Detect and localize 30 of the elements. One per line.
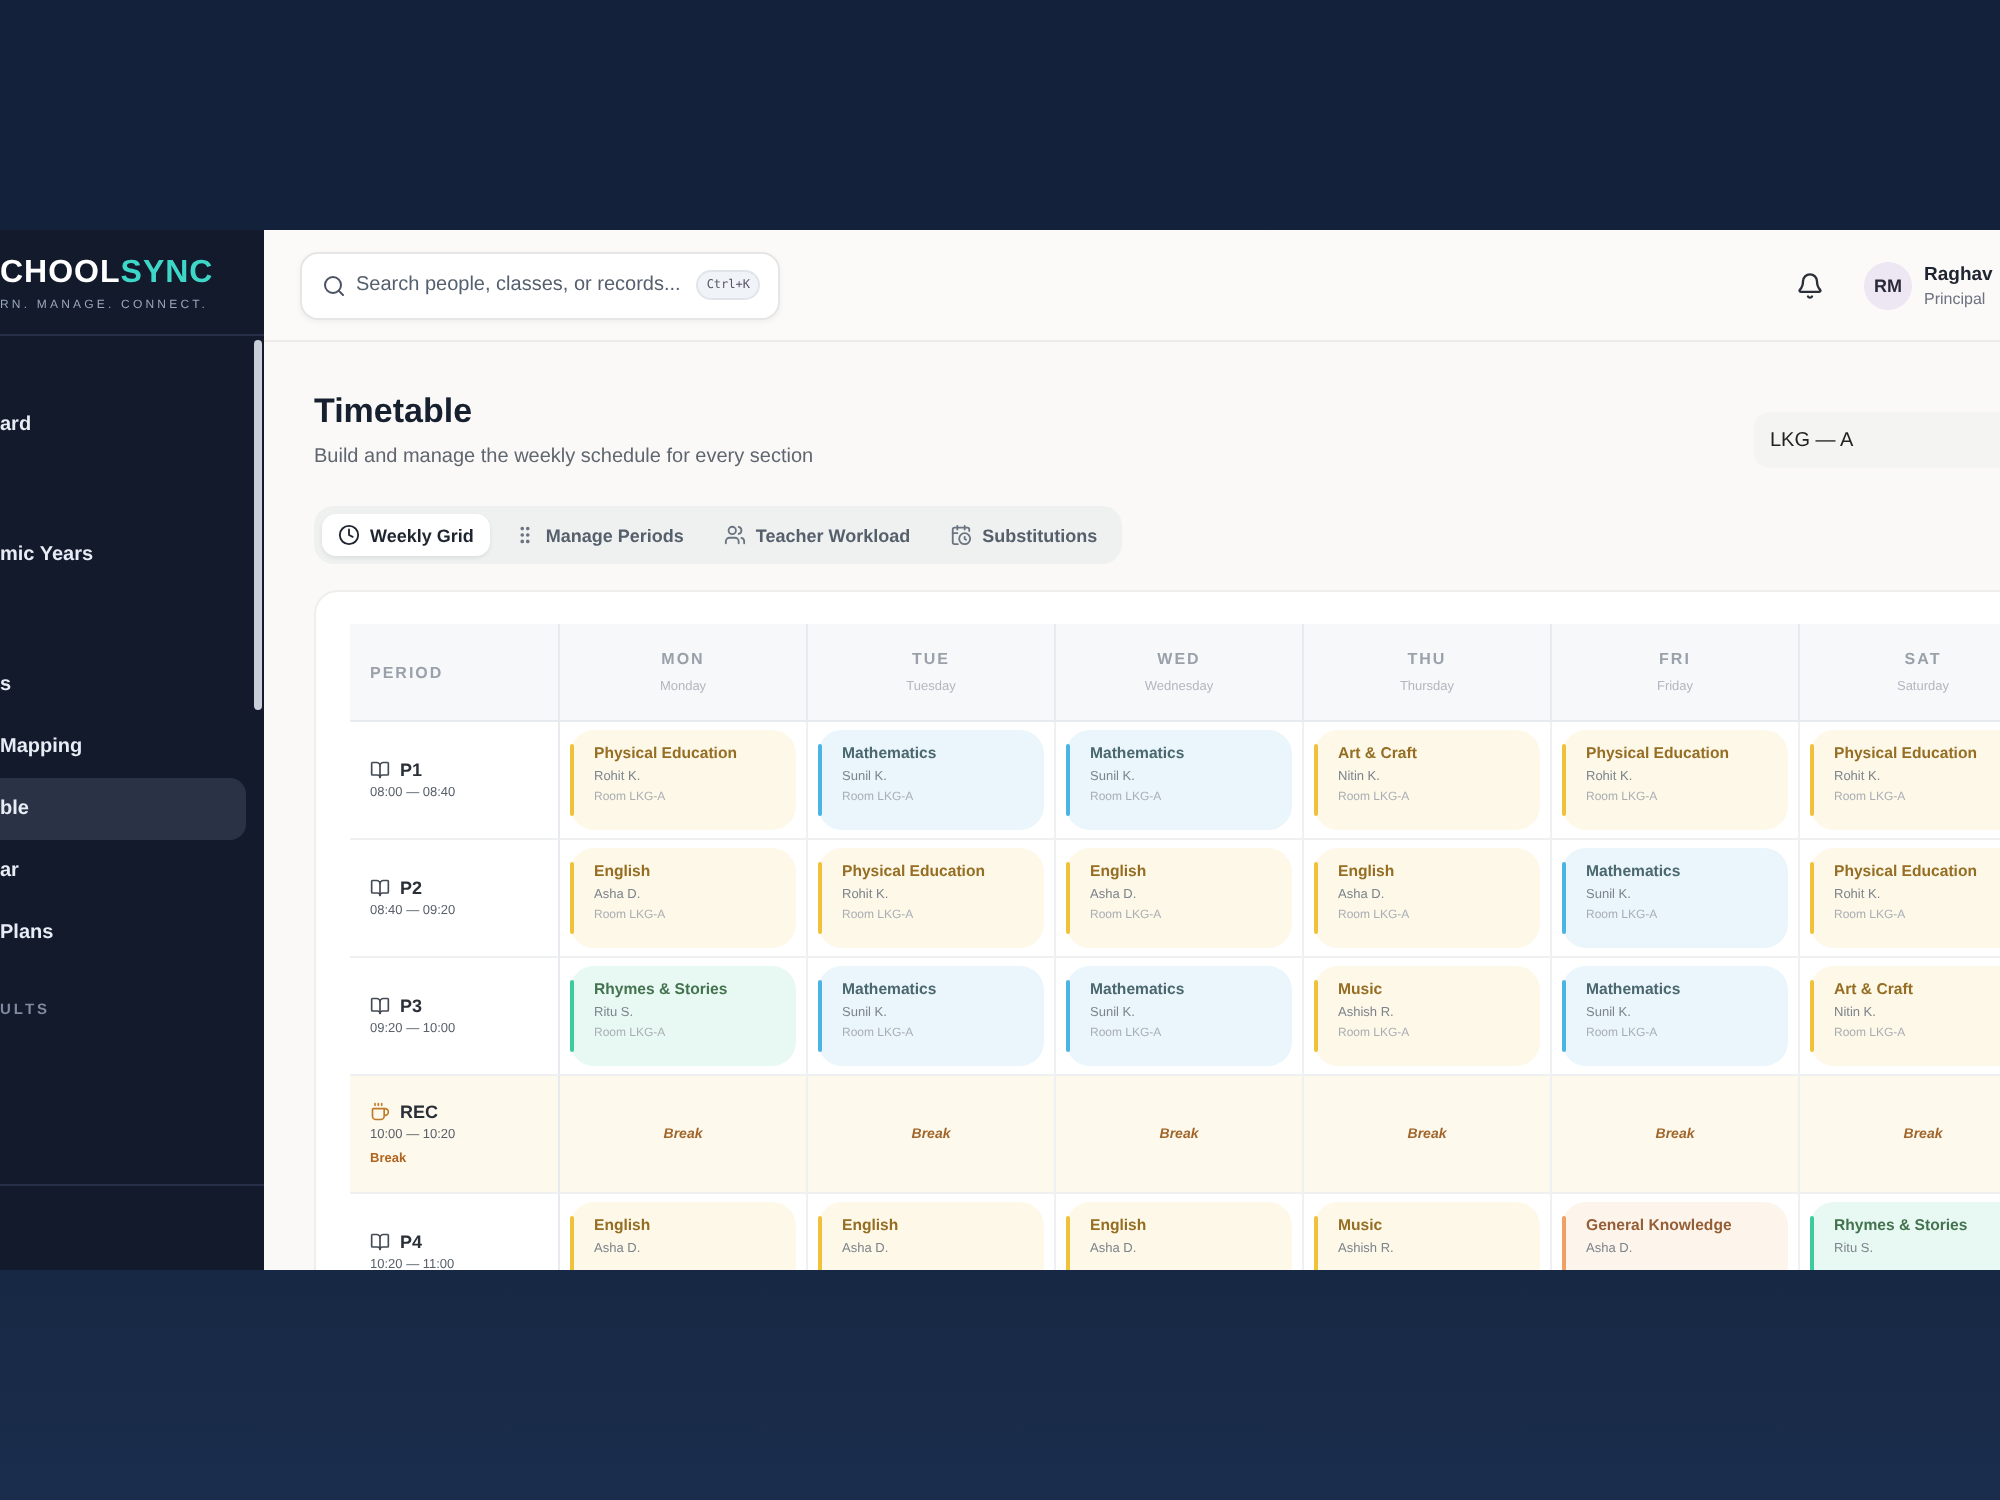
sidebar-item[interactable]: mic Years	[0, 524, 246, 586]
column-header: PERIOD	[350, 624, 560, 722]
tab[interactable]: Manage Periods	[497, 514, 700, 556]
section-select[interactable]: LKG — A	[1754, 412, 2000, 468]
notification-bell-icon[interactable]	[1796, 271, 1824, 299]
user-role: Principal	[1924, 289, 1988, 307]
coffee-cup-icon	[370, 1102, 390, 1122]
user-name: Raghav	[1924, 263, 1995, 285]
tab[interactable]: Teacher Workload	[707, 514, 927, 556]
book-icon	[370, 1232, 390, 1252]
search-icon	[322, 273, 346, 297]
tab[interactable]: Substitutions	[934, 514, 1114, 556]
users-icon	[723, 524, 746, 546]
brand-logo: CHOOLSYNC	[0, 256, 216, 292]
clock-icon	[338, 524, 360, 546]
sidebar-item[interactable]: ard	[0, 394, 246, 456]
sidebar-item[interactable]: Mapping	[0, 716, 246, 778]
page-title: Timetable	[314, 392, 475, 432]
book-icon	[370, 760, 390, 780]
book-icon	[370, 878, 390, 898]
sidebar-item[interactable]: Plans	[0, 902, 246, 964]
scrollbar[interactable]	[254, 340, 262, 710]
tab[interactable]: Weekly Grid	[322, 514, 490, 556]
book-icon	[370, 996, 390, 1016]
sidebar-item[interactable]: ar	[0, 840, 246, 902]
calendar-icon	[950, 524, 973, 546]
sidebar-item[interactable]: ble	[0, 778, 246, 840]
page-subtitle: Build and manage the weekly schedule for every section	[314, 446, 814, 468]
sidebar-item[interactable]: s	[0, 654, 246, 716]
user-avatar[interactable]: RM	[1864, 261, 1912, 309]
